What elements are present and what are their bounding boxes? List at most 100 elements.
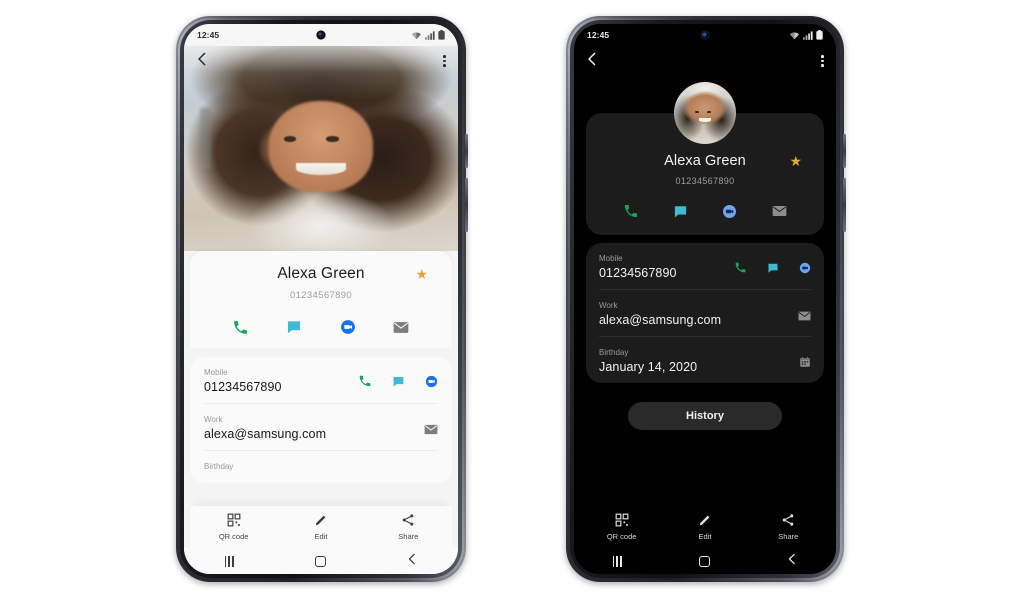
email-icon[interactable]: [798, 308, 811, 326]
phone-icon[interactable]: [358, 374, 372, 393]
light-theme-phone: 12:45 Alexa Green ★ 01234567890 Mobile 0…: [176, 16, 468, 582]
avatar[interactable]: [674, 82, 736, 144]
edit-button[interactable]: Edit: [291, 513, 351, 541]
photo-top-gradient: [184, 46, 458, 251]
edit-label: Edit: [698, 532, 712, 541]
back-icon[interactable]: [787, 552, 797, 570]
home-icon[interactable]: [315, 555, 327, 567]
detail-row-actions: [799, 355, 811, 374]
back-arrow-icon[interactable]: [196, 52, 208, 71]
contact-phone-number: 01234567890: [290, 290, 352, 301]
back-arrow-icon[interactable]: [586, 52, 598, 71]
share-button[interactable]: Share: [378, 513, 438, 541]
favorite-star-icon[interactable]: ★: [415, 267, 428, 281]
recents-icon[interactable]: [612, 555, 622, 567]
message-action-button[interactable]: [669, 200, 691, 222]
contact-phone-number: 01234567890: [675, 176, 735, 186]
video-call-icon[interactable]: [425, 375, 438, 393]
detail-value: 01234567890: [599, 266, 677, 280]
share-icon: [783, 514, 794, 526]
video-call-action-button[interactable]: [719, 200, 741, 222]
contact-name: Alexa Green: [277, 265, 365, 282]
volume-button[interactable]: [465, 178, 468, 232]
history-button[interactable]: History: [628, 402, 782, 430]
favorite-star-icon[interactable]: ★: [789, 154, 802, 168]
qr-code-label: QR code: [606, 532, 637, 541]
call-action-button[interactable]: [620, 200, 642, 222]
status-bar: 12:45: [574, 24, 836, 46]
calendar-icon[interactable]: [799, 355, 811, 373]
screenshot-canvas: 12:45 Alexa Green ★ 01234567890 Mobile 0…: [0, 0, 1024, 597]
detail-row-actions: [358, 374, 438, 394]
qr-code-icon: [227, 513, 241, 527]
share-icon: [403, 514, 414, 526]
qr-code-button[interactable]: QR code: [204, 513, 264, 541]
contact-name-row: Alexa Green ★: [586, 153, 824, 169]
detail-label: Work: [599, 301, 618, 310]
detail-value: 01234567890: [204, 380, 282, 394]
contact-name-row: Alexa Green ★: [190, 265, 452, 283]
message-icon[interactable]: [392, 375, 405, 393]
video-call-action-button[interactable]: [337, 316, 359, 338]
qr-code-label: QR code: [218, 532, 249, 541]
detail-value: alexa@samsung.com: [204, 427, 327, 441]
video-call-icon[interactable]: [799, 261, 811, 279]
power-button[interactable]: [843, 134, 846, 168]
detail-value: January 14, 2020: [599, 360, 698, 374]
qr-code-button[interactable]: QR code: [592, 513, 652, 541]
power-button[interactable]: [465, 134, 468, 168]
detail-row-work[interactable]: Work alexa@samsung.com: [599, 289, 811, 336]
avatar-smile: [698, 117, 712, 122]
battery-icon: [438, 30, 445, 40]
detail-row-birthday[interactable]: Birthday January 14, 2020: [599, 336, 811, 383]
detail-row-birthday[interactable]: Birthday: [204, 450, 438, 483]
status-icons: [789, 30, 823, 40]
message-icon[interactable]: [767, 261, 779, 279]
phone-icon[interactable]: [734, 261, 747, 279]
back-icon[interactable]: [407, 552, 417, 570]
dark-theme-phone: 12:45 Alexa Green ★ 01234567890 Mobile 0…: [566, 16, 846, 582]
home-icon[interactable]: [699, 555, 711, 567]
detail-row-actions: [734, 261, 811, 280]
front-camera-icon: [700, 30, 710, 40]
email-action-button[interactable]: [768, 200, 790, 222]
detail-row-mobile[interactable]: Mobile 01234567890: [204, 357, 438, 403]
message-action-button[interactable]: [283, 316, 305, 338]
status-clock: 12:45: [197, 30, 220, 40]
avatar-container: [586, 76, 824, 144]
system-navigation-bar: [184, 548, 458, 574]
call-action-button[interactable]: [230, 316, 252, 338]
edit-button[interactable]: Edit: [675, 513, 735, 541]
front-camera-icon: [316, 30, 326, 40]
detail-row-work[interactable]: Work alexa@samsung.com: [204, 403, 438, 450]
email-icon[interactable]: [424, 422, 438, 440]
share-button[interactable]: Share: [758, 513, 818, 541]
edit-label: Edit: [314, 532, 328, 541]
bottom-toolbar: QR code Edit Share: [580, 506, 830, 548]
avatar-eye-right: [707, 110, 712, 113]
app-bar: [574, 46, 836, 76]
app-bar: [184, 46, 458, 76]
more-options-icon[interactable]: [821, 54, 824, 68]
contact-name: Alexa Green: [664, 153, 746, 169]
detail-row-actions: [424, 422, 438, 441]
recents-icon[interactable]: [224, 555, 234, 567]
share-label: Share: [778, 532, 799, 541]
detail-row-mobile[interactable]: Mobile 01234567890: [599, 243, 811, 289]
status-clock: 12:45: [587, 30, 610, 40]
status-bar: 12:45: [184, 24, 458, 46]
signal-icon: [803, 30, 813, 40]
wifi-icon: [412, 31, 421, 39]
email-action-button[interactable]: [390, 316, 412, 338]
detail-label: Work: [204, 415, 223, 424]
history-button-container: History: [586, 402, 824, 430]
dark-content-area: Alexa Green ★ 01234567890 Mobile 0123456…: [574, 76, 836, 574]
detail-label: Birthday: [599, 348, 629, 357]
volume-button[interactable]: [843, 178, 846, 232]
detail-label: Birthday: [204, 462, 234, 471]
status-icons: [411, 30, 445, 40]
more-options-icon[interactable]: [443, 54, 446, 68]
detail-label: Mobile: [599, 254, 623, 263]
dark-phone-screen: 12:45 Alexa Green ★ 01234567890 Mobile 0…: [574, 24, 836, 574]
detail-value: alexa@samsung.com: [599, 313, 722, 327]
